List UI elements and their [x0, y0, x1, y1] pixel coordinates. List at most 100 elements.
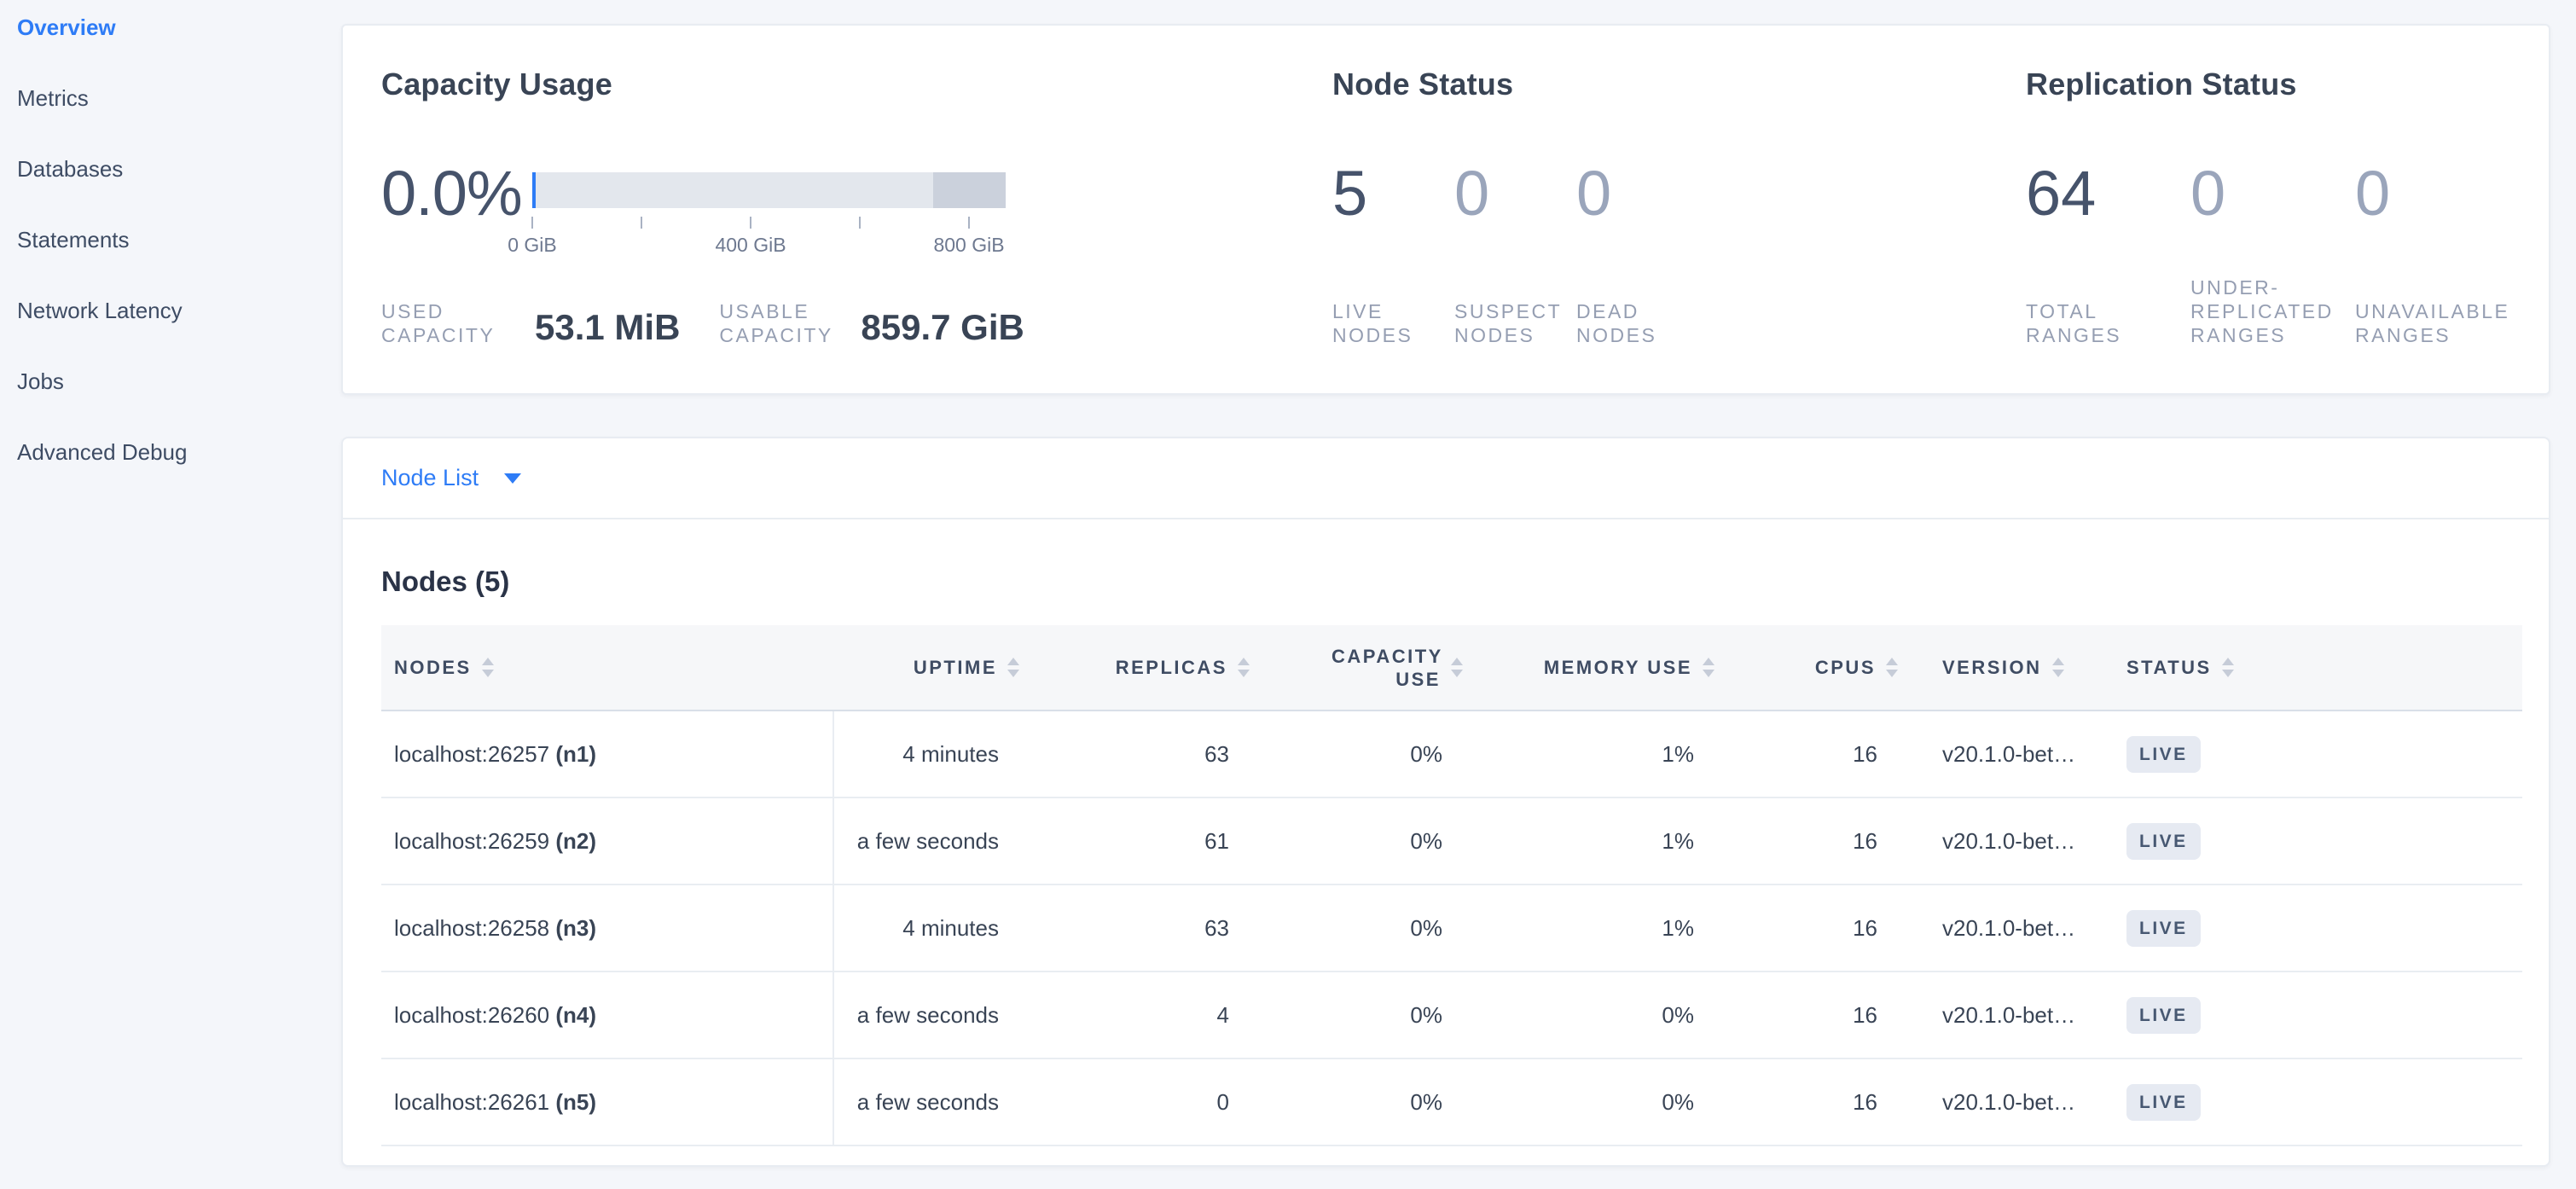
cell-memory-use: 1%: [1473, 710, 1725, 798]
column-header-status[interactable]: STATUS: [2113, 625, 2522, 710]
cell-version: v20.1.0-bet…: [1908, 884, 2113, 972]
cell-status: LIVE: [2113, 798, 2522, 884]
capacity-bar-chart: 0 GiB400 GiB800 GiB: [532, 172, 1006, 208]
node-status-title: Node Status: [1332, 67, 1513, 102]
column-header-label: REPLICAS: [1116, 657, 1227, 679]
cell-status: LIVE: [2113, 972, 2522, 1058]
usable-capacity-value: 859.7 GiB: [861, 310, 1024, 345]
cell-version: v20.1.0-bet…: [1908, 1058, 2113, 1146]
suspect-nodes-label: SUSPECT NODES: [1454, 299, 1576, 347]
cell-node-name[interactable]: localhost:26261 (n5): [381, 1058, 833, 1146]
used-capacity-value: 53.1 MiB: [535, 310, 680, 345]
sort-descending-icon: [1238, 670, 1250, 677]
total-ranges-count: 64: [2026, 160, 2190, 227]
sort-ascending-icon: [1703, 658, 1714, 665]
replication-status-values: 6400: [2026, 160, 2520, 227]
sidebar-item-metrics[interactable]: Metrics: [0, 84, 341, 155]
column-header-node[interactable]: NODES: [381, 625, 833, 710]
replication-status-labels: TOTAL RANGESUNDER-REPLICATED RANGESUNAVA…: [2026, 272, 2520, 347]
axis-tick: [641, 217, 642, 229]
cell-node-name[interactable]: localhost:26257 (n1): [381, 710, 833, 798]
sort-descending-icon: [1451, 670, 1463, 677]
sidebar-item-jobs[interactable]: Jobs: [0, 368, 341, 438]
node-list-card: Node List Nodes (5) NODES UPTIME REPLICAS C…: [341, 437, 2550, 1167]
table-row[interactable]: localhost:26258 (n3)4 minutes630%1%16v20…: [381, 884, 2522, 972]
cell-node-name[interactable]: localhost:26260 (n4): [381, 972, 833, 1058]
sort-ascending-icon: [1451, 658, 1463, 665]
column-header-capacity-use[interactable]: CAPACITY USE: [1260, 625, 1473, 710]
sidebar-item-databases[interactable]: Databases: [0, 155, 341, 226]
sidebar-item-statements[interactable]: Statements: [0, 226, 341, 297]
cell-uptime: 4 minutes: [833, 710, 1030, 798]
column-header-version[interactable]: VERSION: [1908, 625, 2113, 710]
capacity-bar-other-segment: [933, 172, 1006, 208]
sort-ascending-icon: [482, 658, 494, 665]
table-row[interactable]: localhost:26257 (n1)4 minutes630%1%16v20…: [381, 710, 2522, 798]
unavailable-ranges-count: 0: [2355, 160, 2520, 227]
node-id: (n2): [555, 828, 596, 854]
cell-status: LIVE: [2113, 710, 2522, 798]
cell-replicas: 0: [1030, 1058, 1260, 1146]
sort-ascending-icon: [2052, 658, 2064, 665]
cell-uptime: a few seconds: [833, 972, 1030, 1058]
axis-tick-label: 800 GiB: [933, 234, 1004, 257]
table-row[interactable]: localhost:26261 (n5)a few seconds00%0%16…: [381, 1058, 2522, 1146]
replication-status-title: Replication Status: [2026, 67, 2297, 102]
replication-status-section: Replication Status 6400 TOTAL RANGESUNDE…: [2026, 26, 2546, 393]
sort-descending-icon: [1007, 670, 1019, 677]
node-status-labels: LIVE NODESSUSPECT NODESDEAD NODES: [1332, 272, 1698, 347]
nodes-heading: Nodes (5): [381, 566, 2519, 598]
sort-descending-icon: [1703, 670, 1714, 677]
table-header-row: NODES UPTIME REPLICAS CAPACITY USE MEMORY US…: [381, 625, 2522, 710]
node-id: (n5): [555, 1089, 596, 1115]
sort-arrows-icon: [2052, 658, 2064, 677]
capacity-stats: USED CAPACITY53.1 MiBUSABLE CAPACITY859.…: [381, 272, 1024, 347]
sort-arrows-icon: [1703, 658, 1714, 677]
sidebar-item-advanced-debug[interactable]: Advanced Debug: [0, 438, 341, 509]
suspect-nodes-count: 0: [1454, 160, 1576, 227]
cluster-summary-card: Capacity Usage 0.0% 0 GiB400 GiB800 GiB …: [341, 24, 2550, 395]
cell-node-name[interactable]: localhost:26258 (n3): [381, 884, 833, 972]
axis-tick: [531, 217, 533, 229]
axis-tick: [859, 217, 861, 229]
cell-cpus: 16: [1725, 1058, 1908, 1146]
node-list-selector[interactable]: Node List: [343, 438, 2549, 519]
node-id: (n3): [555, 915, 596, 941]
status-badge: LIVE: [2126, 736, 2201, 773]
sidebar-item-overview[interactable]: Overview: [0, 14, 341, 84]
cell-node-name[interactable]: localhost:26259 (n2): [381, 798, 833, 884]
node-status-values: 500: [1332, 160, 1698, 227]
cell-version: v20.1.0-bet…: [1908, 710, 2113, 798]
capacity-axis-ticks: [532, 217, 1006, 230]
table-row[interactable]: localhost:26259 (n2)a few seconds610%1%1…: [381, 798, 2522, 884]
column-header-replicas[interactable]: REPLICAS: [1030, 625, 1260, 710]
under-replicated-ranges-count: 0: [2190, 160, 2355, 227]
cell-replicas: 4: [1030, 972, 1260, 1058]
column-header-cpus[interactable]: CPUS: [1725, 625, 1908, 710]
sidebar-item-network-latency[interactable]: Network Latency: [0, 297, 341, 368]
sort-descending-icon: [2222, 670, 2234, 677]
axis-tick-label: 0 GiB: [508, 234, 557, 257]
cell-capacity-use: 0%: [1260, 1058, 1473, 1146]
status-badge: LIVE: [2126, 823, 2201, 860]
sort-arrows-icon: [1451, 658, 1463, 677]
column-header-label: CAPACITY USE: [1332, 645, 1441, 691]
node-list-selector-label[interactable]: Node List: [381, 465, 479, 491]
cell-capacity-use: 0%: [1260, 798, 1473, 884]
column-header-label: MEMORY USE: [1544, 657, 1692, 679]
axis-tick: [968, 217, 970, 229]
column-header-label: NODES: [394, 657, 472, 679]
table-row[interactable]: localhost:26260 (n4)a few seconds40%0%16…: [381, 972, 2522, 1058]
sort-arrows-icon: [1886, 658, 1898, 677]
used-capacity-label: USED CAPACITY: [381, 299, 518, 347]
node-status-section: Node Status 500 LIVE NODESSUSPECT NODESD…: [1332, 26, 2015, 393]
column-header-memory-use[interactable]: MEMORY USE: [1473, 625, 1725, 710]
sort-descending-icon: [2052, 670, 2064, 677]
column-header-uptime[interactable]: UPTIME: [833, 625, 1030, 710]
cell-version: v20.1.0-bet…: [1908, 798, 2113, 884]
capacity-axis-labels: 0 GiB400 GiB800 GiB: [532, 234, 1006, 259]
column-header-label: STATUS: [2126, 657, 2212, 679]
status-badge: LIVE: [2126, 997, 2201, 1034]
live-nodes-label: LIVE NODES: [1332, 299, 1454, 347]
cell-replicas: 63: [1030, 710, 1260, 798]
